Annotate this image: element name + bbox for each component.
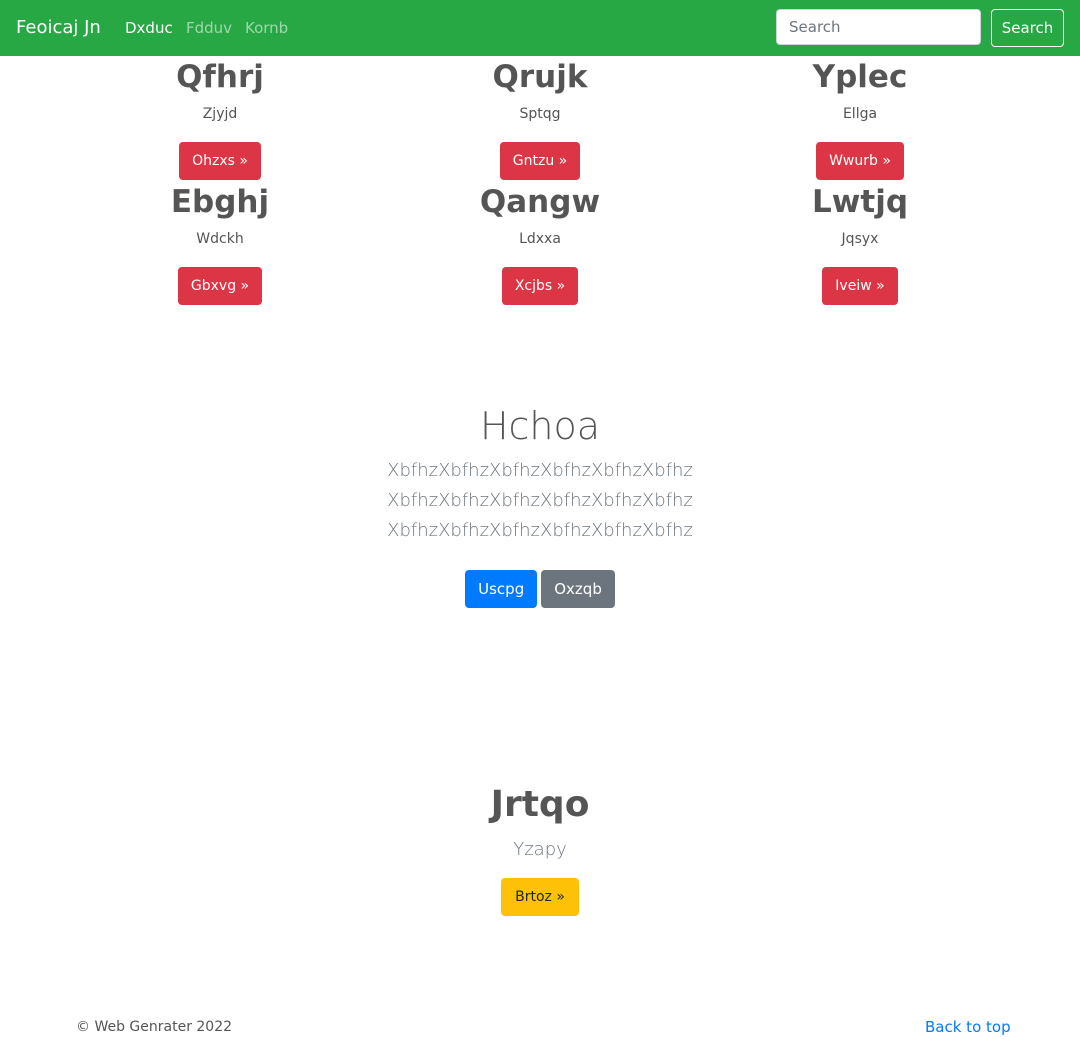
nav-link-kornb[interactable]: Kornb: [245, 18, 288, 38]
nav-link-fdduv[interactable]: Fdduv: [186, 18, 232, 38]
card-button[interactable]: Gbxvg »: [177, 267, 263, 305]
back-to-top-link[interactable]: Back to top: [925, 1017, 1011, 1037]
card-text: Zjyjd: [202, 106, 238, 122]
card-grid: Qfhrj Zjyjd Ohzxs » Qrujk Sptqg Gntzu » …: [60, 56, 1020, 306]
card-button[interactable]: Wwurb »: [816, 142, 904, 180]
card-title: Ebghj: [170, 184, 270, 220]
card-text: Wdckh: [196, 231, 244, 247]
feature-text: Yzapy: [513, 839, 567, 860]
search-button[interactable]: Search: [991, 9, 1064, 47]
card: Qrujk Sptqg Gntzu »: [380, 56, 700, 181]
hero-section: Hchoa XbfhzXbfhzXbfhzXbfhzXbfhzXbfhz Xbf…: [0, 402, 1080, 608]
card-button[interactable]: Gntzu »: [499, 142, 581, 180]
card-button[interactable]: Xcjbs »: [501, 267, 579, 305]
card-title: Qangw: [479, 184, 601, 220]
card-text: Ldxxa: [519, 231, 561, 247]
nav-link-dxduc[interactable]: Dxduc: [125, 18, 173, 38]
navbar: Feoicaj Jn Dxduc Fdduv Kornb Search: [0, 0, 1080, 56]
card: Qangw Ldxxa Xcjbs »: [380, 181, 700, 306]
card: Yplec Ellga Wwurb »: [700, 56, 1020, 181]
brand-logo[interactable]: Feoicaj Jn: [16, 16, 101, 40]
hero-buttons: Uscpg Oxzqb: [0, 570, 1080, 608]
hero-lead: XbfhzXbfhzXbfhzXbfhzXbfhzXbfhz XbfhzXbfh…: [387, 460, 693, 541]
hero-secondary-button[interactable]: Oxzqb: [541, 570, 615, 608]
footer-copyright: © Web Genrater 2022: [76, 1019, 233, 1035]
card-button[interactable]: Iveiw »: [822, 267, 898, 305]
card: Ebghj Wdckh Gbxvg »: [60, 181, 380, 306]
card-title: Lwtjq: [811, 184, 909, 220]
card-title: Yplec: [812, 59, 908, 95]
card: Lwtjq Jqsyx Iveiw »: [700, 181, 1020, 306]
card-text: Ellga: [842, 106, 878, 122]
feature-section: Jrtqo Yzapy Brtoz »: [0, 782, 1080, 916]
hero-primary-button[interactable]: Uscpg: [465, 570, 538, 608]
card-text: Jqsyx: [841, 231, 879, 247]
search-input[interactable]: [776, 9, 981, 45]
feature-title: Jrtqo: [490, 784, 590, 825]
card-text: Sptqg: [519, 106, 561, 122]
card-title: Qrujk: [492, 59, 588, 95]
card-title: Qfhrj: [176, 59, 264, 95]
feature-button[interactable]: Brtoz »: [501, 878, 579, 916]
card-button[interactable]: Ohzxs »: [179, 142, 261, 180]
hero-title: Hchoa: [479, 404, 601, 448]
card: Qfhrj Zjyjd Ohzxs »: [60, 56, 380, 181]
